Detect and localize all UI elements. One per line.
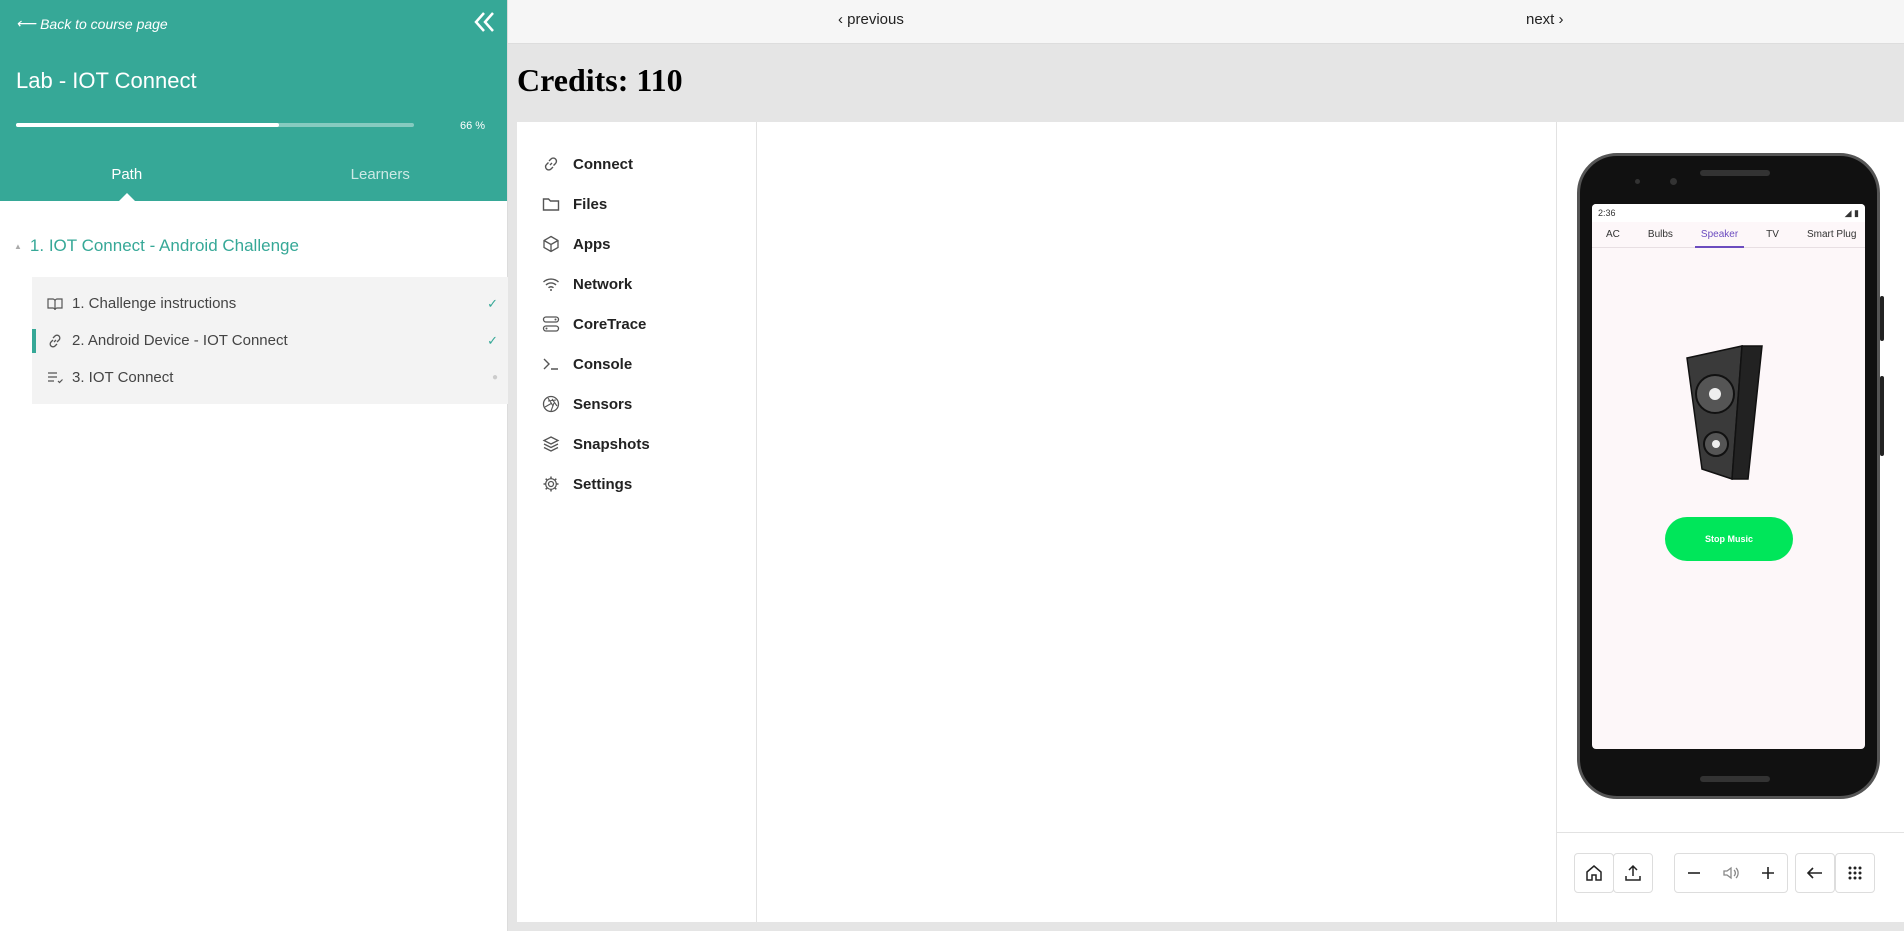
device-tool-menu: Connect Files Apps Network CoreTrace Con…	[517, 122, 757, 922]
back-link-label: Back to course page	[40, 15, 168, 32]
device-panel: Connect Files Apps Network CoreTrace Con…	[517, 122, 1904, 922]
home-icon	[1586, 865, 1602, 881]
folder-icon	[541, 194, 561, 214]
lesson-navigation: ‹ previous next ›	[508, 0, 1904, 44]
power-button[interactable]	[1880, 296, 1884, 341]
tab-learners[interactable]: Learners	[254, 149, 508, 201]
wifi-icon	[541, 274, 561, 294]
tool-connect[interactable]: Connect	[517, 144, 756, 184]
arrow-left-icon: ⟵	[16, 15, 37, 31]
credits-heading: Credits: 110	[517, 62, 683, 98]
trace-icon	[541, 314, 561, 334]
layers-icon	[541, 434, 561, 454]
stop-music-button[interactable]: Stop Music	[1665, 517, 1793, 561]
tool-label: Files	[573, 195, 608, 213]
upload-button[interactable]	[1613, 853, 1653, 893]
terminal-icon	[541, 354, 561, 374]
earpiece	[1700, 170, 1770, 176]
section-title-label: 1. IOT Connect - Android Challenge	[29, 236, 299, 255]
book-icon	[46, 295, 64, 313]
camera-icon	[1635, 179, 1640, 184]
tool-label: Sensors	[573, 395, 633, 413]
volume-icon	[1716, 858, 1746, 888]
collapse-sidebar-button[interactable]	[471, 9, 497, 35]
battery-icon: ◢ ▮	[1844, 207, 1859, 218]
section-title[interactable]: ▲ 1. IOT Connect - Android Challenge	[14, 236, 299, 256]
lesson-label: 3. IOT Connect	[72, 369, 174, 386]
arrow-left-icon	[1806, 867, 1822, 879]
previous-button[interactable]: ‹ previous	[838, 11, 904, 28]
app-switcher-button[interactable]	[1835, 853, 1875, 893]
lesson-list: 1. Challenge instructions ✓ 2. Android D…	[32, 277, 508, 404]
lesson-label: 2. Android Device - IOT Connect	[72, 332, 288, 349]
completed-check-icon: ✓	[487, 332, 498, 348]
tool-network[interactable]: Network	[517, 264, 756, 304]
app-tab-ac[interactable]: AC	[1592, 222, 1634, 248]
tool-label: Apps	[573, 235, 611, 253]
app-tab-bulbs[interactable]: Bulbs	[1634, 222, 1687, 248]
volume-rocker[interactable]	[1880, 376, 1884, 456]
lesson-item-android-device[interactable]: 2. Android Device - IOT Connect ✓	[32, 322, 508, 359]
minus-icon	[1687, 872, 1700, 874]
grid-icon	[1848, 866, 1862, 880]
course-sidebar: ⟵ Back to course page Lab - IOT Connect …	[0, 0, 508, 931]
tab-path[interactable]: Path	[0, 149, 254, 201]
app-tab-tv[interactable]: TV	[1752, 222, 1793, 248]
back-button[interactable]	[1795, 853, 1835, 893]
tool-apps[interactable]: Apps	[517, 224, 756, 264]
tool-sensors[interactable]: Sensors	[517, 384, 756, 424]
tool-label: Connect	[573, 155, 633, 173]
volume-up-button[interactable]	[1753, 858, 1783, 888]
tool-label: CoreTrace	[573, 315, 647, 333]
device-screen[interactable]: 2:36 ◢ ▮ AC Bulbs Speaker TV Smart Plug	[1592, 204, 1865, 749]
aperture-icon	[541, 394, 561, 414]
volume-controls	[1674, 853, 1788, 893]
link-icon	[541, 154, 561, 174]
tool-snapshots[interactable]: Snapshots	[517, 424, 756, 464]
link-icon	[46, 332, 64, 350]
next-button[interactable]: next ›	[1526, 11, 1564, 28]
volume-down-button[interactable]	[1679, 858, 1709, 888]
tool-content-area	[757, 122, 1556, 922]
course-title: Lab - IOT Connect	[16, 68, 197, 93]
caret-up-icon: ▲	[14, 241, 22, 251]
camera-icon	[1670, 178, 1677, 185]
speaker-image	[1686, 345, 1763, 481]
pending-dot-icon: ●	[491, 372, 498, 383]
tool-console[interactable]: Console	[517, 344, 756, 384]
phone-time: 2:36	[1598, 208, 1616, 218]
upload-icon	[1625, 864, 1641, 881]
checklist-icon	[46, 369, 64, 387]
app-tab-bar: AC Bulbs Speaker TV Smart Plug	[1592, 222, 1865, 248]
device-controls	[1557, 832, 1904, 922]
plus-icon	[1762, 867, 1775, 879]
cube-icon	[541, 234, 561, 254]
tool-coretrace[interactable]: CoreTrace	[517, 304, 756, 344]
completed-check-icon: ✓	[487, 295, 498, 311]
android-device-frame: 2:36 ◢ ▮ AC Bulbs Speaker TV Smart Plug	[1577, 153, 1884, 799]
device-screen-area: 2:36 ◢ ▮ AC Bulbs Speaker TV Smart Plug	[1556, 122, 1904, 922]
sidebar-tabs: Path Learners	[0, 149, 507, 201]
gear-icon	[541, 474, 561, 494]
course-progress-bar	[16, 123, 414, 127]
tool-label: Snapshots	[573, 435, 650, 453]
lesson-label: 1. Challenge instructions	[72, 295, 237, 312]
tool-label: Settings	[573, 475, 633, 493]
app-tab-speaker[interactable]: Speaker	[1687, 222, 1752, 248]
course-progress-label: 66 %	[460, 120, 486, 132]
back-to-course-link[interactable]: ⟵ Back to course page	[16, 15, 168, 32]
tool-settings[interactable]: Settings	[517, 464, 756, 504]
lesson-item-challenge-instructions[interactable]: 1. Challenge instructions ✓	[32, 285, 508, 322]
tool-label: Console	[573, 355, 633, 373]
lesson-item-iot-connect[interactable]: 3. IOT Connect ●	[32, 359, 508, 396]
double-chevron-left-icon	[474, 12, 494, 32]
course-header: ⟵ Back to course page Lab - IOT Connect …	[0, 0, 507, 201]
tool-files[interactable]: Files	[517, 184, 756, 224]
course-progress-fill	[16, 123, 279, 127]
phone-status-bar: 2:36 ◢ ▮	[1592, 204, 1865, 222]
app-tab-smart-plug[interactable]: Smart Plug	[1793, 222, 1865, 248]
bottom-speaker	[1700, 776, 1770, 782]
tool-label: Network	[573, 275, 633, 293]
home-button[interactable]	[1574, 853, 1614, 893]
